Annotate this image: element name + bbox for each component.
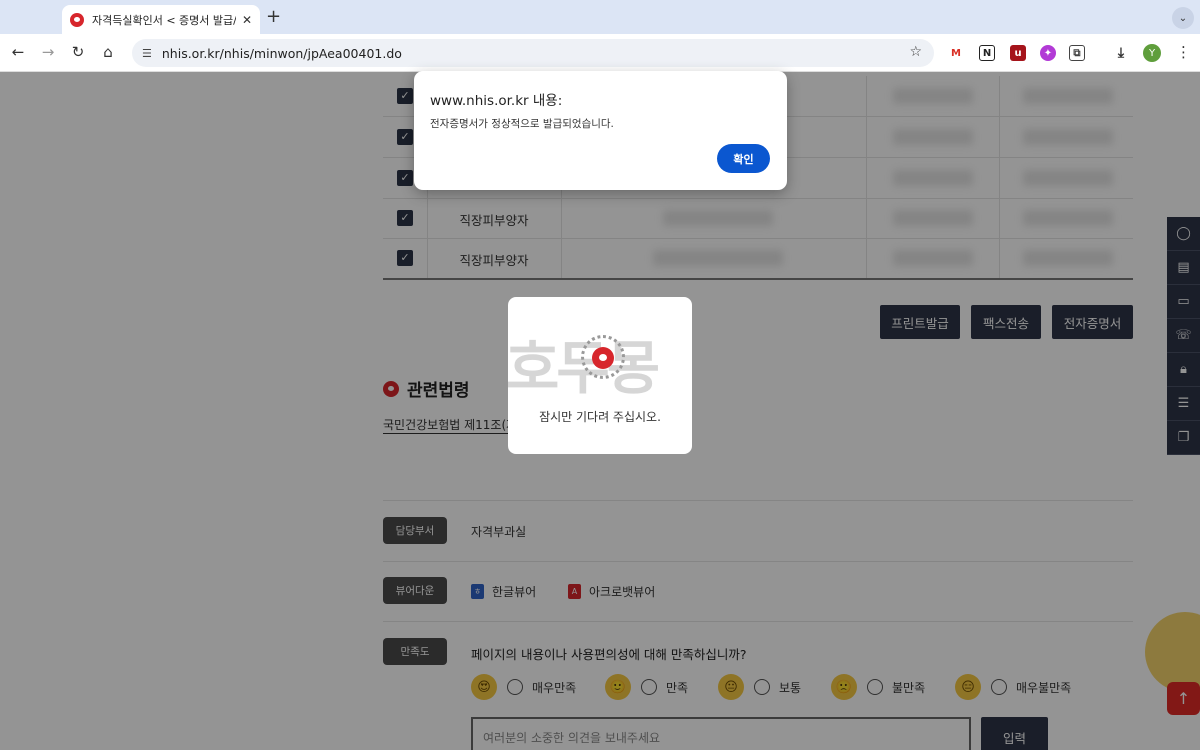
browser-toolbar: ← → ↻ ⌂ ☰ nhis.or.kr/nhis/minwon/jpAea00… — [0, 34, 1200, 72]
site-info-icon[interactable]: ☰ — [142, 47, 152, 60]
site-favicon-icon — [70, 12, 84, 27]
new-tab-button[interactable]: + — [266, 6, 281, 27]
home-button[interactable]: ⌂ — [98, 43, 118, 61]
forward-button[interactable]: → — [38, 43, 58, 61]
browser-menu-icon[interactable]: ⋮ — [1176, 43, 1191, 61]
back-button[interactable]: ← — [8, 43, 28, 61]
address-bar[interactable]: ☰ nhis.or.kr/nhis/minwon/jpAea00401.do ☆ — [132, 39, 934, 67]
reload-button[interactable]: ↻ — [68, 43, 88, 61]
ublock-extension-icon[interactable]: u — [1010, 45, 1026, 61]
dialog-title: www.nhis.or.kr 내용: — [430, 93, 563, 109]
dialog-message: 전자증명서가 정상적으로 발급되었습니다. — [430, 118, 614, 130]
loading-message: 잠시만 기다려 주십시오. — [539, 410, 661, 424]
tab-strip: 자격득실확인서 < 증명서 발급/확인 ✕ + ⌄ — [0, 0, 1200, 34]
tab-search-button[interactable]: ⌄ — [1172, 7, 1194, 29]
dialog-ok-button[interactable]: 확인 — [717, 144, 770, 173]
bookmark-star-icon[interactable]: ☆ — [909, 44, 922, 60]
purple-extension-icon[interactable]: ✦ — [1040, 45, 1056, 61]
url-text: nhis.or.kr/nhis/minwon/jpAea00401.do — [161, 45, 402, 61]
extensions-puzzle-icon[interactable]: ⧉ — [1069, 45, 1085, 61]
notion-extension-icon[interactable]: N — [979, 45, 995, 61]
profile-avatar[interactable]: Y — [1143, 44, 1161, 62]
downloads-icon[interactable]: ⤓ — [1113, 45, 1129, 61]
loading-popup: 호두몽 잠시만 기다려 주십시오. — [508, 297, 692, 454]
close-tab-icon[interactable]: ✕ — [242, 13, 252, 27]
browser-tab[interactable]: 자격득실확인서 < 증명서 발급/확인 ✕ — [62, 5, 260, 34]
tab-title: 자격득실확인서 < 증명서 발급/확인 — [92, 13, 236, 27]
brand-heart-icon — [592, 347, 614, 369]
gmail-extension-icon[interactable]: M — [948, 45, 964, 61]
alert-dialog: www.nhis.or.kr 내용: 전자증명서가 정상적으로 발급되었습니다.… — [414, 71, 787, 190]
